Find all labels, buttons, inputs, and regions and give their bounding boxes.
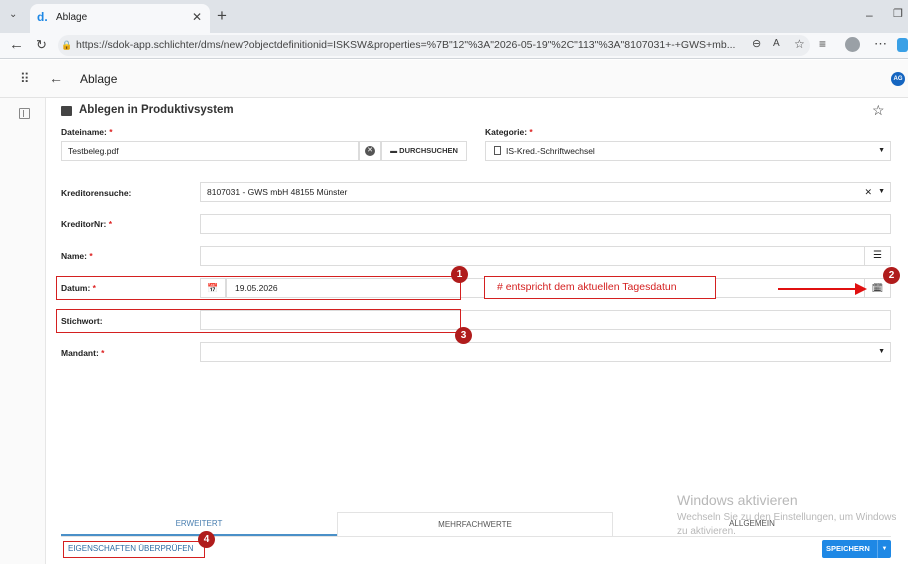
card-title: Ablegen in Produktivsystem — [79, 104, 234, 116]
dateiname-field[interactable]: Testbeleg.pdf — [61, 141, 359, 161]
kreditornr-label: KreditorNr: * — [61, 219, 113, 229]
dateiname-label: Dateiname: * — [61, 127, 113, 137]
left-rail — [0, 98, 46, 564]
browse-button[interactable]: ▬ DURCHSUCHEN — [381, 141, 467, 161]
clear-selection-icon[interactable]: ✕ — [864, 183, 872, 201]
site-info-icon[interactable]: 🔒 — [58, 35, 76, 56]
archive-icon — [61, 106, 72, 116]
watermark-title: Windows aktivieren — [677, 492, 798, 508]
save-menu-arrow-icon[interactable]: ▼ — [877, 540, 891, 558]
save-button[interactable]: SPEICHERN ▼ — [822, 540, 891, 558]
user-avatar[interactable]: AG — [891, 72, 905, 86]
kreditorensuche-select[interactable]: 8107031 - GWS mbH 48155 Münster ✕ ▼ — [200, 182, 891, 202]
annotation-arrow-head — [855, 283, 867, 295]
clear-file-button[interactable]: ✕ — [359, 141, 381, 161]
sidebar-toggle-icon[interactable] — [19, 108, 30, 119]
folder-icon: ▬ — [390, 148, 398, 155]
minimize-icon[interactable]: – — [866, 9, 873, 21]
kreditorensuche-label: Kreditorensuche: — [61, 188, 132, 198]
name-field[interactable]: ☰ — [200, 246, 891, 266]
apps-grid-icon[interactable]: ⠿ — [20, 72, 30, 85]
page-title: Ablage — [80, 72, 118, 86]
copilot-icon[interactable] — [897, 38, 908, 52]
document-icon — [494, 146, 501, 155]
close-tab-icon[interactable]: ✕ — [192, 10, 202, 24]
annotation-badge-1: 1 — [451, 266, 468, 283]
reload-icon[interactable]: ↻ — [36, 38, 47, 51]
tab-mehrfachwerte[interactable]: MEHRFACHWERTE — [337, 512, 613, 536]
check-properties-button[interactable]: EIGENSCHAFTEN ÜBERPRÜFEN — [63, 541, 205, 558]
annotation-box-datum — [56, 276, 461, 300]
calendar-today-icon: 🗓 — [871, 283, 884, 293]
tab-title: Ablage — [56, 12, 88, 23]
annotation-badge-2: 2 — [883, 267, 900, 284]
annotation-badge-3: 3 — [455, 327, 472, 344]
zoom-icon[interactable]: ⊖ — [752, 39, 761, 50]
new-tab-icon[interactable]: + — [217, 7, 227, 24]
profile-avatar[interactable] — [845, 37, 860, 52]
read-aloud-icon[interactable]: A — [773, 39, 780, 49]
card-favorite-icon[interactable]: ☆ — [872, 103, 885, 117]
browser-tab[interactable]: d. Ablage ✕ — [30, 4, 210, 33]
dropdown-arrow-icon[interactable]: ▼ — [878, 183, 885, 201]
tab-list-chevron-icon[interactable]: ⌄ — [9, 10, 17, 20]
back-icon[interactable]: ← — [9, 37, 24, 52]
url-field[interactable]: 🔒 https://sdok-app.schlichter/dms/new?obj… — [58, 35, 810, 56]
app-bar — [0, 60, 908, 98]
favorites-list-icon[interactable]: ≡ — [819, 38, 826, 50]
annotation-note: # entspricht dem aktuellen Tagesdatun — [484, 276, 716, 299]
list-icon[interactable]: ☰ — [864, 247, 890, 265]
name-label: Name: * — [61, 251, 93, 261]
dropdown-arrow-icon: ▼ — [878, 348, 885, 355]
app-back-icon[interactable]: ← — [49, 71, 63, 85]
annotation-box-stichwort — [56, 309, 461, 333]
watermark-line1: Wechseln Sie zu den Einstellungen, um Wi… — [677, 512, 897, 523]
dropdown-arrow-icon: ▼ — [878, 147, 885, 154]
url-text: https://sdok-app.schlichter/dms/new?obje… — [76, 39, 736, 51]
kategorie-label: Kategorie: * — [485, 127, 533, 137]
clear-icon: ✕ — [365, 146, 375, 156]
app-logo-icon: d. — [37, 10, 48, 24]
tab-erweitert[interactable]: ERWEITERT — [61, 512, 337, 536]
kreditornr-field[interactable] — [200, 214, 891, 234]
annotation-badge-4: 4 — [198, 531, 215, 548]
restore-icon[interactable]: ❐ — [893, 9, 903, 20]
favorite-star-icon[interactable]: ☆ — [794, 38, 805, 50]
mandant-label: Mandant: * — [61, 348, 105, 358]
kategorie-select[interactable]: IS-Kred.-Schriftwechsel ▼ — [485, 141, 891, 161]
more-menu-icon[interactable]: ⋯ — [874, 37, 887, 50]
annotation-arrow — [778, 288, 858, 290]
watermark-line2: zu aktivieren. — [677, 526, 736, 537]
mandant-select[interactable]: ▼ — [200, 342, 891, 362]
